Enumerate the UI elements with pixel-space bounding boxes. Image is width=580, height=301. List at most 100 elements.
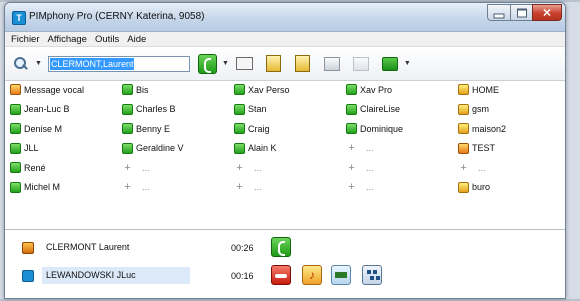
directory-search-button[interactable] [11,54,31,74]
minimize-button[interactable] [487,4,511,21]
dial-dropdown-arrow-icon[interactable]: ▼ [222,60,229,67]
speed-dial-entry[interactable]: ClaireLise [346,100,400,120]
forward-dropdown-arrow-icon[interactable]: ▼ [404,60,411,67]
speed-dial-entry[interactable]: Xav Pro [346,80,392,100]
menu-aide[interactable]: Aide [123,34,150,45]
speed-dial-label: TEST [472,143,496,154]
plus-icon: + [236,181,243,194]
phone-icon [234,84,245,96]
empty-speed-dial-slot[interactable]: +... [122,178,149,198]
speed-dial-label: Message vocal [24,84,85,95]
phone-icon [234,123,245,135]
plus-icon: + [124,161,131,174]
empty-speed-dial-slot[interactable]: +... [122,158,150,178]
toolbar: ▼ CLERMONT,Laurent ▼ ▼ [5,47,565,81]
forward-phone-icon [381,56,398,71]
speed-dial-entry[interactable]: Jean-Luc B [10,100,70,120]
speed-dial-entry[interactable]: gsm [458,100,489,120]
forward-button[interactable] [380,54,400,74]
empty-speed-dial-slot[interactable]: +... [346,178,374,198]
call-duration: 00:16 [231,271,254,281]
menu-fichier[interactable]: Fichier [7,34,44,45]
pimphony-window: T PIMphony Pro (CERNY Katerina, 9058) ✕ … [4,2,566,299]
phone-icon [10,103,21,115]
speed-dial-label: maison2 [472,123,507,134]
phone-icon [122,84,133,96]
speed-dial-entry[interactable]: buro [458,178,490,198]
speed-dial-label: ... [142,162,150,173]
hang-up-button[interactable] [271,265,291,285]
speed-dial-label: Alain K [248,143,277,154]
speed-dial-entry[interactable]: TEST [458,139,495,159]
speed-dial-row: René +... +... +... +... [5,158,565,178]
speed-dial-entry[interactable]: Message vocal [10,80,84,100]
search-dropdown-arrow-icon[interactable]: ▼ [35,60,42,67]
speed-dial-entry[interactable]: JLL [10,139,39,159]
speed-dial-entry[interactable]: HOME [458,80,499,100]
speed-dial-entry[interactable]: Geraldine V [122,139,184,159]
speed-dial-entry[interactable]: Alain K [234,139,277,159]
call-log-button[interactable] [293,54,313,74]
speed-dial-entry[interactable]: Charles B [122,100,176,120]
speed-dial-label: ... [366,162,374,173]
empty-speed-dial-slot[interactable]: +... [346,139,373,159]
speed-dial-label: Dominique [360,123,404,134]
notes-button[interactable] [264,54,284,74]
speed-dial-label: Benny E [136,123,171,134]
menu-outils[interactable]: Outils [91,34,123,45]
conference-button[interactable] [362,265,382,285]
speed-dial-grid: Message vocal Bis Xav Perso Xav Pro HOME Jean… [5,80,565,197]
plus-icon: + [348,181,355,194]
close-button[interactable]: ✕ [532,4,562,21]
speed-dial-entry[interactable]: Xav Perso [234,80,290,100]
phone-icon [198,53,218,74]
call-row[interactable]: LEWANDOWSKI JLuc 00:16 ♪ [5,263,565,289]
phone-icon [10,162,21,174]
speed-dial-label: ... [254,162,262,173]
speed-dial-label: gsm [472,104,490,115]
fax-button[interactable] [322,54,342,74]
empty-speed-dial-slot[interactable]: +... [234,178,261,198]
plus-icon: + [236,161,243,174]
active-call-icon [22,270,34,282]
empty-speed-dial-slot[interactable]: +... [346,158,374,178]
empty-speed-dial-slot[interactable]: +... [458,158,485,178]
speed-dial-label: Xav Perso [248,84,290,95]
phone-icon [234,103,245,115]
notepad-icon [266,55,282,72]
menu-affichage[interactable]: Affichage [44,34,91,45]
speed-dial-entry[interactable]: Dominique [346,119,403,139]
speed-dial-label: Michel M [24,182,61,193]
speed-dial-label: Craig [248,123,270,134]
speed-dial-entry[interactable]: maison2 [458,119,506,139]
speed-dial-entry[interactable]: Craig [234,119,270,139]
search-input[interactable]: CLERMONT,Laurent [47,55,190,72]
hold-music-button[interactable]: ♪ [302,265,322,285]
phone-icon [10,123,21,135]
speed-dial-entry[interactable]: Denise M [10,119,62,139]
phone-icon [346,123,357,135]
speed-dial-entry[interactable]: Benny E [122,119,170,139]
speed-dial-entry[interactable]: Stan [234,100,267,120]
answer-call-button[interactable] [271,237,291,257]
contact-card-button[interactable] [235,54,255,74]
transfer-button[interactable] [331,265,351,285]
maximize-button[interactable] [510,4,533,21]
call-duration: 00:26 [231,243,254,253]
keypad-button[interactable] [351,54,371,74]
speed-dial-label: Bis [136,84,149,95]
speed-dial-entry[interactable]: René [10,158,46,178]
minimize-icon [493,13,505,19]
speed-dial-entry[interactable]: Bis [122,80,149,100]
speed-dial-label: Charles B [136,104,176,115]
call-row[interactable]: CLERMONT Laurent 00:26 [5,235,565,261]
speed-dial-label: ... [366,182,374,193]
speed-dial-row: Denise M Benny E Craig Dominique maison2 [5,119,565,139]
call-party-name: LEWANDOWSKI JLuc [42,267,190,284]
speed-dial-entry[interactable]: Michel M [10,178,60,198]
empty-speed-dial-slot[interactable]: +... [234,158,262,178]
phone-icon [234,142,245,154]
phone-icon [458,181,469,193]
dial-button[interactable] [198,53,218,74]
speed-dial-label: JLL [24,143,39,154]
